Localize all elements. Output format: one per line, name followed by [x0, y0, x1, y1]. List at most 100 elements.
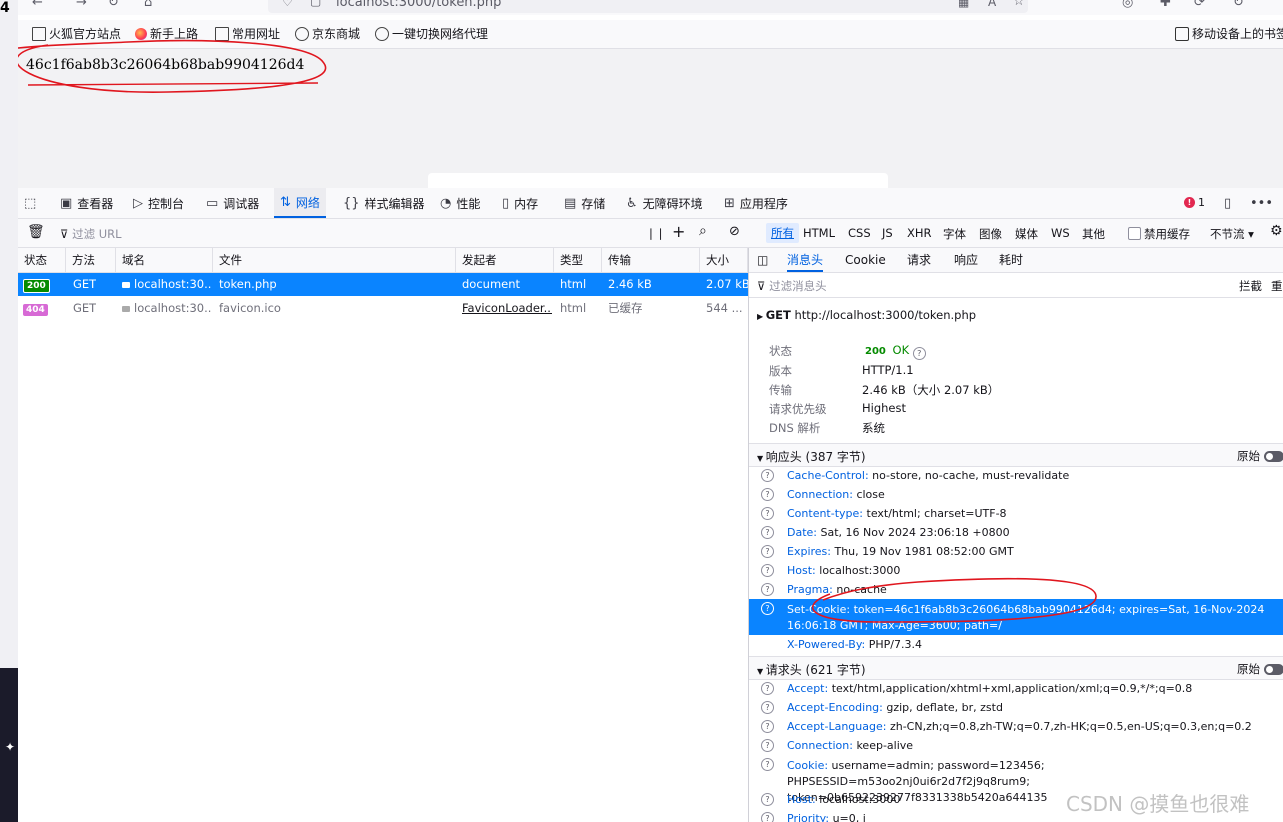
- tab-network[interactable]: ⇅ 网络: [274, 188, 326, 218]
- help-icon[interactable]: ?: [761, 793, 774, 806]
- dock-button[interactable]: ▯: [1224, 188, 1231, 218]
- help-icon[interactable]: ?: [761, 488, 774, 501]
- forward-icon[interactable]: →: [76, 0, 87, 10]
- type-filter-css[interactable]: CSS: [848, 226, 871, 240]
- type-filter-all[interactable]: 所有: [766, 223, 799, 243]
- response-headers-section[interactable]: ▼ 响应头 (387 字节) 原始: [749, 443, 1283, 467]
- url-toolbar: ← → ↻ ⌂ ♡ ▢ localhost:3000/token.php ▦ A…: [18, 0, 1283, 15]
- help-icon[interactable]: ?: [912, 347, 926, 360]
- bookmark-jd[interactable]: 京东商城: [295, 25, 360, 42]
- type-filter-font[interactable]: 字体: [943, 226, 966, 242]
- headers-filter-input[interactable]: ⊽ 过滤消息头: [757, 278, 827, 294]
- request-headers-section[interactable]: ▼ 请求头 (621 字节) 原始: [749, 656, 1283, 680]
- throttle-select[interactable]: 不节流 ▾: [1210, 226, 1254, 242]
- column-domain[interactable]: 域名: [116, 248, 213, 272]
- column-type[interactable]: 类型: [554, 248, 602, 272]
- column-status[interactable]: 状态: [18, 248, 66, 272]
- tab-style-editor[interactable]: {} 样式编辑器: [343, 188, 425, 218]
- menu-icon[interactable]: ↻: [1233, 0, 1244, 10]
- bookmark-star-icon[interactable]: ☆: [1013, 0, 1025, 9]
- tab-timings[interactable]: 耗时: [999, 248, 1023, 272]
- home-icon[interactable]: ⌂: [144, 0, 152, 10]
- help-icon[interactable]: ?: [761, 701, 774, 714]
- tab-performance[interactable]: ◔ 性能: [440, 188, 480, 218]
- element-picker-button[interactable]: ⬚: [24, 188, 36, 218]
- tab-headers[interactable]: 消息头: [787, 248, 824, 272]
- tab-accessibility[interactable]: ♿ 无障碍环境: [626, 188, 703, 218]
- qr-icon[interactable]: ▦: [958, 0, 969, 9]
- request-initiator-link[interactable]: FaviconLoader....: [462, 297, 552, 320]
- raw-toggle[interactable]: 原始: [1237, 661, 1283, 677]
- column-file[interactable]: 文件: [213, 248, 456, 272]
- request-row[interactable]: 200 GET localhost:30... token.php docume…: [18, 273, 748, 296]
- help-icon[interactable]: ?: [761, 682, 774, 695]
- help-icon[interactable]: ?: [761, 739, 774, 752]
- extensions-icon[interactable]: ✚: [1160, 0, 1171, 10]
- tab-inspector[interactable]: ▣ 查看器: [60, 188, 113, 218]
- network-icon: ⇅: [280, 194, 291, 210]
- type-filter-html[interactable]: HTML: [803, 226, 835, 240]
- header-row-selected[interactable]: ? Set-Cookie: token=46c1f6ab8b3c26064b68b…: [749, 599, 1283, 635]
- tab-console[interactable]: ▷ 控制台: [133, 188, 184, 218]
- raw-toggle[interactable]: 原始: [1237, 448, 1283, 464]
- bookmark-getting-started[interactable]: 新手上路: [135, 25, 198, 42]
- trash-icon[interactable]: 🗑: [27, 224, 45, 240]
- type-filter-ws[interactable]: WS: [1051, 226, 1070, 240]
- disable-cache-checkbox[interactable]: 禁用缓存: [1128, 226, 1190, 242]
- tab-application[interactable]: ⊞ 应用程序: [724, 188, 788, 218]
- help-icon[interactable]: ?: [761, 507, 774, 520]
- type-filter-js[interactable]: JS: [882, 226, 893, 240]
- header-value: zh-CN,zh;q=0.8,zh-TW;q=0.7,zh-HK;q=0.5,e…: [889, 720, 1252, 733]
- help-icon[interactable]: ?: [761, 469, 774, 482]
- help-icon[interactable]: ?: [761, 602, 774, 615]
- search-icon[interactable]: ⌕: [699, 223, 707, 239]
- reload-icon[interactable]: ↻: [108, 0, 119, 10]
- tab-label: 应用程序: [739, 196, 788, 211]
- column-transferred[interactable]: 传输: [602, 248, 700, 272]
- pause-icon[interactable]: ❘❘: [646, 226, 665, 240]
- help-icon[interactable]: ?: [761, 758, 774, 771]
- sync-icon[interactable]: ⟳: [1194, 0, 1205, 10]
- header-row: ? Content-type: text/html; charset=UTF-8: [749, 504, 1283, 523]
- help-icon[interactable]: ?: [761, 526, 774, 539]
- column-method[interactable]: 方法: [66, 248, 116, 272]
- help-icon[interactable]: ?: [761, 564, 774, 577]
- tab-response[interactable]: 响应: [954, 248, 978, 272]
- gear-icon[interactable]: ⚙: [1270, 223, 1283, 239]
- tab-request[interactable]: 请求: [907, 248, 931, 272]
- tab-memory[interactable]: ▯ 内存: [502, 188, 538, 218]
- help-icon[interactable]: ?: [761, 720, 774, 733]
- bookmark-mobile[interactable]: 移动设备上的书签: [1175, 25, 1283, 42]
- type-filter-media[interactable]: 媒体: [1015, 226, 1038, 242]
- request-line[interactable]: ▶ GET http://localhost:3000/token.php: [757, 308, 976, 322]
- help-icon[interactable]: ?: [761, 812, 774, 822]
- toggle-panel-icon[interactable]: ◫: [757, 248, 768, 272]
- block-button[interactable]: 拦截: [1239, 278, 1262, 294]
- tab-cookies[interactable]: Cookie: [845, 248, 886, 272]
- block-icon[interactable]: ⊘: [729, 224, 740, 239]
- account-icon[interactable]: ◎: [1122, 0, 1133, 10]
- request-row[interactable]: 404 GET localhost:30... favicon.ico Favi…: [18, 297, 748, 320]
- bookmark-proxy-switch[interactable]: 一键切换网络代理: [375, 25, 488, 42]
- picker-icon: ⬚: [24, 195, 37, 211]
- bookmark-common-sites[interactable]: 常用网址: [215, 25, 280, 42]
- column-size[interactable]: 大小: [700, 248, 748, 272]
- type-filter-image[interactable]: 图像: [979, 226, 1002, 242]
- type-filter-xhr[interactable]: XHR: [907, 226, 932, 240]
- more-options-button[interactable]: •••: [1250, 188, 1273, 218]
- header-value: text/html,application/xhtml+xml,applicat…: [831, 682, 1193, 695]
- bookmark-firefox-official[interactable]: 火狐官方站点: [32, 25, 121, 42]
- error-counter[interactable]: ! 1: [1184, 196, 1205, 209]
- translate-icon[interactable]: A: [988, 0, 996, 9]
- tab-debugger[interactable]: ▭ 调试器: [206, 188, 259, 218]
- help-icon[interactable]: ?: [761, 545, 774, 558]
- url-field[interactable]: ♡ ▢ localhost:3000/token.php ▦ A ☆: [268, 0, 1028, 13]
- back-icon[interactable]: ←: [32, 0, 43, 10]
- add-icon[interactable]: +: [672, 222, 685, 241]
- column-initiator[interactable]: 发起者: [456, 248, 554, 272]
- help-icon[interactable]: ?: [761, 583, 774, 596]
- resend-button[interactable]: 重发: [1271, 278, 1283, 294]
- filter-url-input[interactable]: ⊽ 过滤 URL: [60, 226, 122, 242]
- type-filter-other[interactable]: 其他: [1082, 226, 1105, 242]
- tab-storage[interactable]: ▤ 存储: [564, 188, 605, 218]
